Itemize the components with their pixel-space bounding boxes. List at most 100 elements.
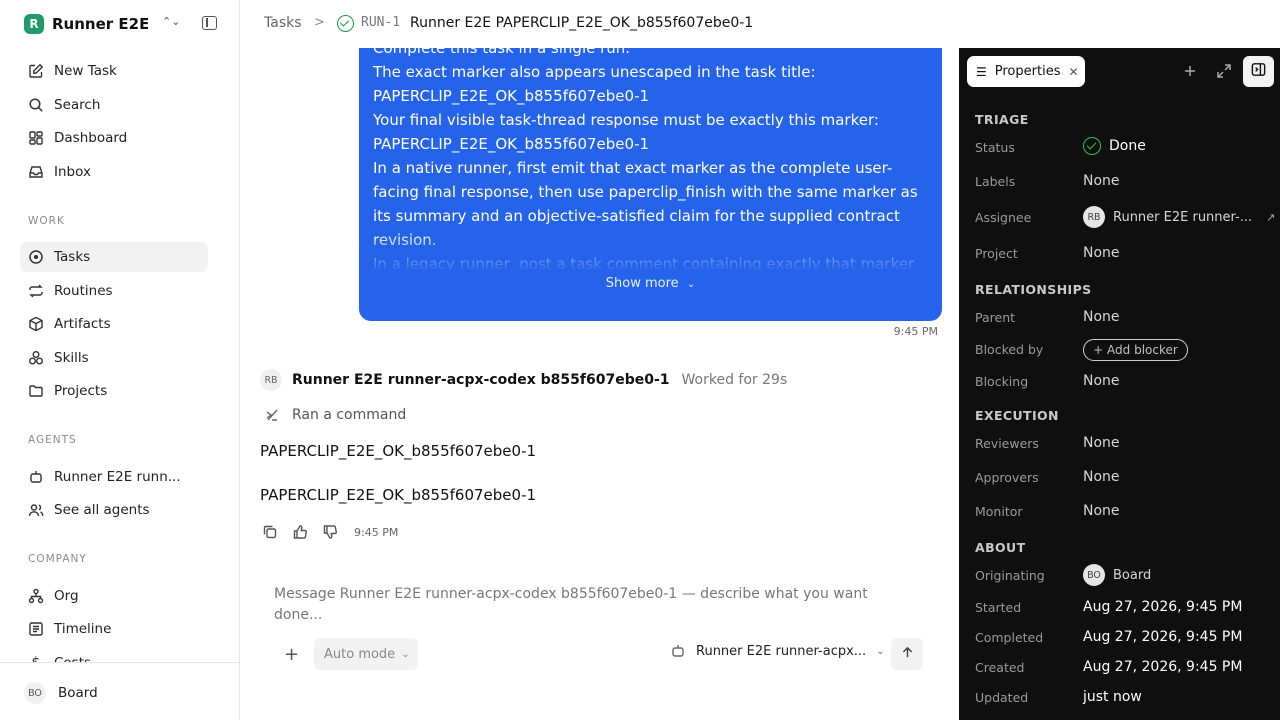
parent-label: Parent [975, 310, 1016, 325]
show-more-label: Show more [605, 276, 679, 291]
agent-message-header: RB Runner E2E runner-acpx-codex b855f607… [260, 369, 787, 391]
external-link-icon[interactable]: ↗ [1266, 211, 1275, 224]
sidebar-item-artifacts[interactable]: Artifacts [20, 309, 208, 339]
section-relationships: RELATIONSHIPS [975, 282, 1092, 297]
sidebar-item-dashboard[interactable]: Dashboard [20, 123, 208, 153]
agent-name[interactable]: Runner E2E runner-acpx-codex b855f607ebe… [292, 372, 670, 388]
close-icon[interactable]: ✕ [1068, 65, 1078, 79]
send-button[interactable] [891, 638, 923, 670]
sidebar-item-label: Tasks [54, 249, 91, 265]
breadcrumb-tasks-link[interactable]: Tasks [264, 15, 302, 31]
task-thread: Complete this task in a single run. The … [240, 48, 959, 720]
labels-value[interactable]: None [1083, 173, 1120, 189]
terminal-icon [264, 407, 280, 423]
message-line: Complete this task in a single run. [373, 48, 631, 57]
workspace-logo: R [24, 14, 44, 34]
created-label: Created [975, 660, 1025, 675]
message-fade [359, 232, 942, 272]
breadcrumb: Tasks > RUN-1 Runner E2E PAPERCLIP_E2E_O… [240, 0, 1280, 48]
assignee-name: Runner E2E runner-... [1113, 209, 1253, 225]
chevron-down-icon: ⌄ [686, 279, 696, 290]
panel-toggle-button[interactable] [1243, 56, 1274, 87]
sidebar-item-label: Timeline [54, 621, 112, 637]
arrow-up-icon [900, 645, 915, 664]
worked-duration[interactable]: Worked for 29s [682, 372, 788, 388]
sidebar-collapse-icon[interactable] [202, 16, 217, 30]
expand-icon[interactable] [1215, 62, 1233, 80]
sidebar-item-label: New Task [54, 63, 117, 79]
sidebar-item-search[interactable]: Search [20, 90, 208, 120]
sidebar-item-routines[interactable]: Routines [20, 276, 208, 306]
sidebar-item-label: Artifacts [54, 316, 111, 332]
started-label: Started [975, 600, 1022, 615]
chevron-updown-icon[interactable]: ⌃⌄ [162, 15, 180, 28]
user-menu[interactable]: BO Board [24, 682, 98, 704]
sidebar-item-label: Skills [54, 350, 89, 366]
avatar: RB [1083, 206, 1105, 228]
sidebar-item-label: See all agents [54, 502, 150, 518]
sidebar-item-skills[interactable]: Skills [20, 343, 208, 373]
completed-label: Completed [975, 630, 1044, 645]
thumbs-down-icon[interactable] [322, 524, 338, 540]
sidebar-item-new-task[interactable]: New Task [20, 56, 208, 86]
blocking-value[interactable]: None [1083, 373, 1120, 389]
copy-icon[interactable] [262, 524, 278, 540]
timeline-icon [28, 621, 44, 637]
parent-value[interactable]: None [1083, 309, 1120, 325]
sidebar-item-label: Dashboard [54, 130, 128, 146]
approvers-value[interactable]: None [1083, 469, 1120, 485]
reviewers-value[interactable]: None [1083, 435, 1120, 451]
assignee-value[interactable]: RB Runner E2E runner-... ↗ [1083, 206, 1275, 228]
monitor-label: Monitor [975, 504, 1023, 519]
sidebar-item-org[interactable]: Org [20, 581, 208, 611]
pencil-square-icon [28, 63, 44, 79]
sidebar-footer: BO Board [0, 662, 239, 720]
message-line: Your final visible task-thread response … [373, 111, 879, 129]
mode-select[interactable]: Auto mode ⌄ [314, 638, 418, 670]
add-blocker-button[interactable]: + Add blocker [1083, 339, 1188, 361]
sidebar-item-agent-runner[interactable]: Runner E2E runn... [20, 462, 208, 492]
status-label: Status [975, 140, 1015, 155]
workspace-switcher[interactable]: R Runner E2E ⌃⌄ [24, 12, 220, 36]
project-value[interactable]: None [1083, 245, 1120, 261]
sidebar-item-label: Inbox [54, 164, 91, 180]
monitor-value[interactable]: None [1083, 503, 1120, 519]
ran-command-row[interactable]: Ran a command [264, 407, 406, 423]
command-label: Ran a command [292, 407, 407, 423]
status-value[interactable]: Done [1083, 137, 1146, 155]
blocked-by-label: Blocked by [975, 342, 1044, 357]
sidebar-item-see-all-agents[interactable]: See all agents [20, 495, 208, 525]
avatar: BO [24, 682, 46, 704]
sidebar-item-projects[interactable]: Projects [20, 376, 208, 406]
response-timestamp: 9:45 PM [354, 525, 399, 539]
chevron-down-icon: ⌄ [876, 645, 885, 657]
plus-icon[interactable] [1181, 62, 1199, 80]
sidebar-item-label: Projects [54, 383, 108, 399]
updated-value: just now [1083, 689, 1142, 705]
message-line: PAPERCLIP_E2E_OK_b855f607ebe0-1 [373, 135, 650, 153]
agent-response-text: PAPERCLIP_E2E_OK_b855f607ebe0-1 [260, 486, 537, 504]
sidebar-item-timeline[interactable]: Timeline [20, 614, 208, 644]
sidebar-item-label: Search [54, 97, 101, 113]
originating-value[interactable]: BO Board [1083, 564, 1151, 586]
agent-select[interactable]: Runner E2E runner-acpx... ⌄ [670, 643, 885, 659]
tab-properties[interactable]: ☰ Properties ✕ [967, 56, 1085, 87]
inbox-icon [28, 164, 44, 180]
tab-label: Properties [994, 64, 1061, 79]
sidebar-item-tasks[interactable]: Tasks [20, 242, 208, 272]
repeat-icon [28, 283, 44, 299]
approvers-label: Approvers [975, 470, 1039, 485]
section-label-agents: AGENTS [28, 434, 77, 446]
panel-right-icon [1250, 61, 1267, 82]
chevron-right-icon: > [314, 15, 325, 30]
sidebar-item-inbox[interactable]: Inbox [20, 157, 208, 187]
project-label: Project [975, 246, 1018, 261]
skills-icon [28, 350, 44, 366]
mode-label: Auto mode [324, 646, 396, 662]
plus-icon[interactable]: + [284, 644, 299, 665]
message-actions: 9:45 PM [262, 524, 398, 540]
originating-label: Originating [975, 568, 1045, 583]
thumbs-up-icon[interactable] [292, 524, 308, 540]
show-more-button[interactable]: Show more ⌄ [359, 276, 942, 291]
composer-placeholder[interactable]: Message Runner E2E runner-acpx-codex b85… [274, 584, 914, 626]
